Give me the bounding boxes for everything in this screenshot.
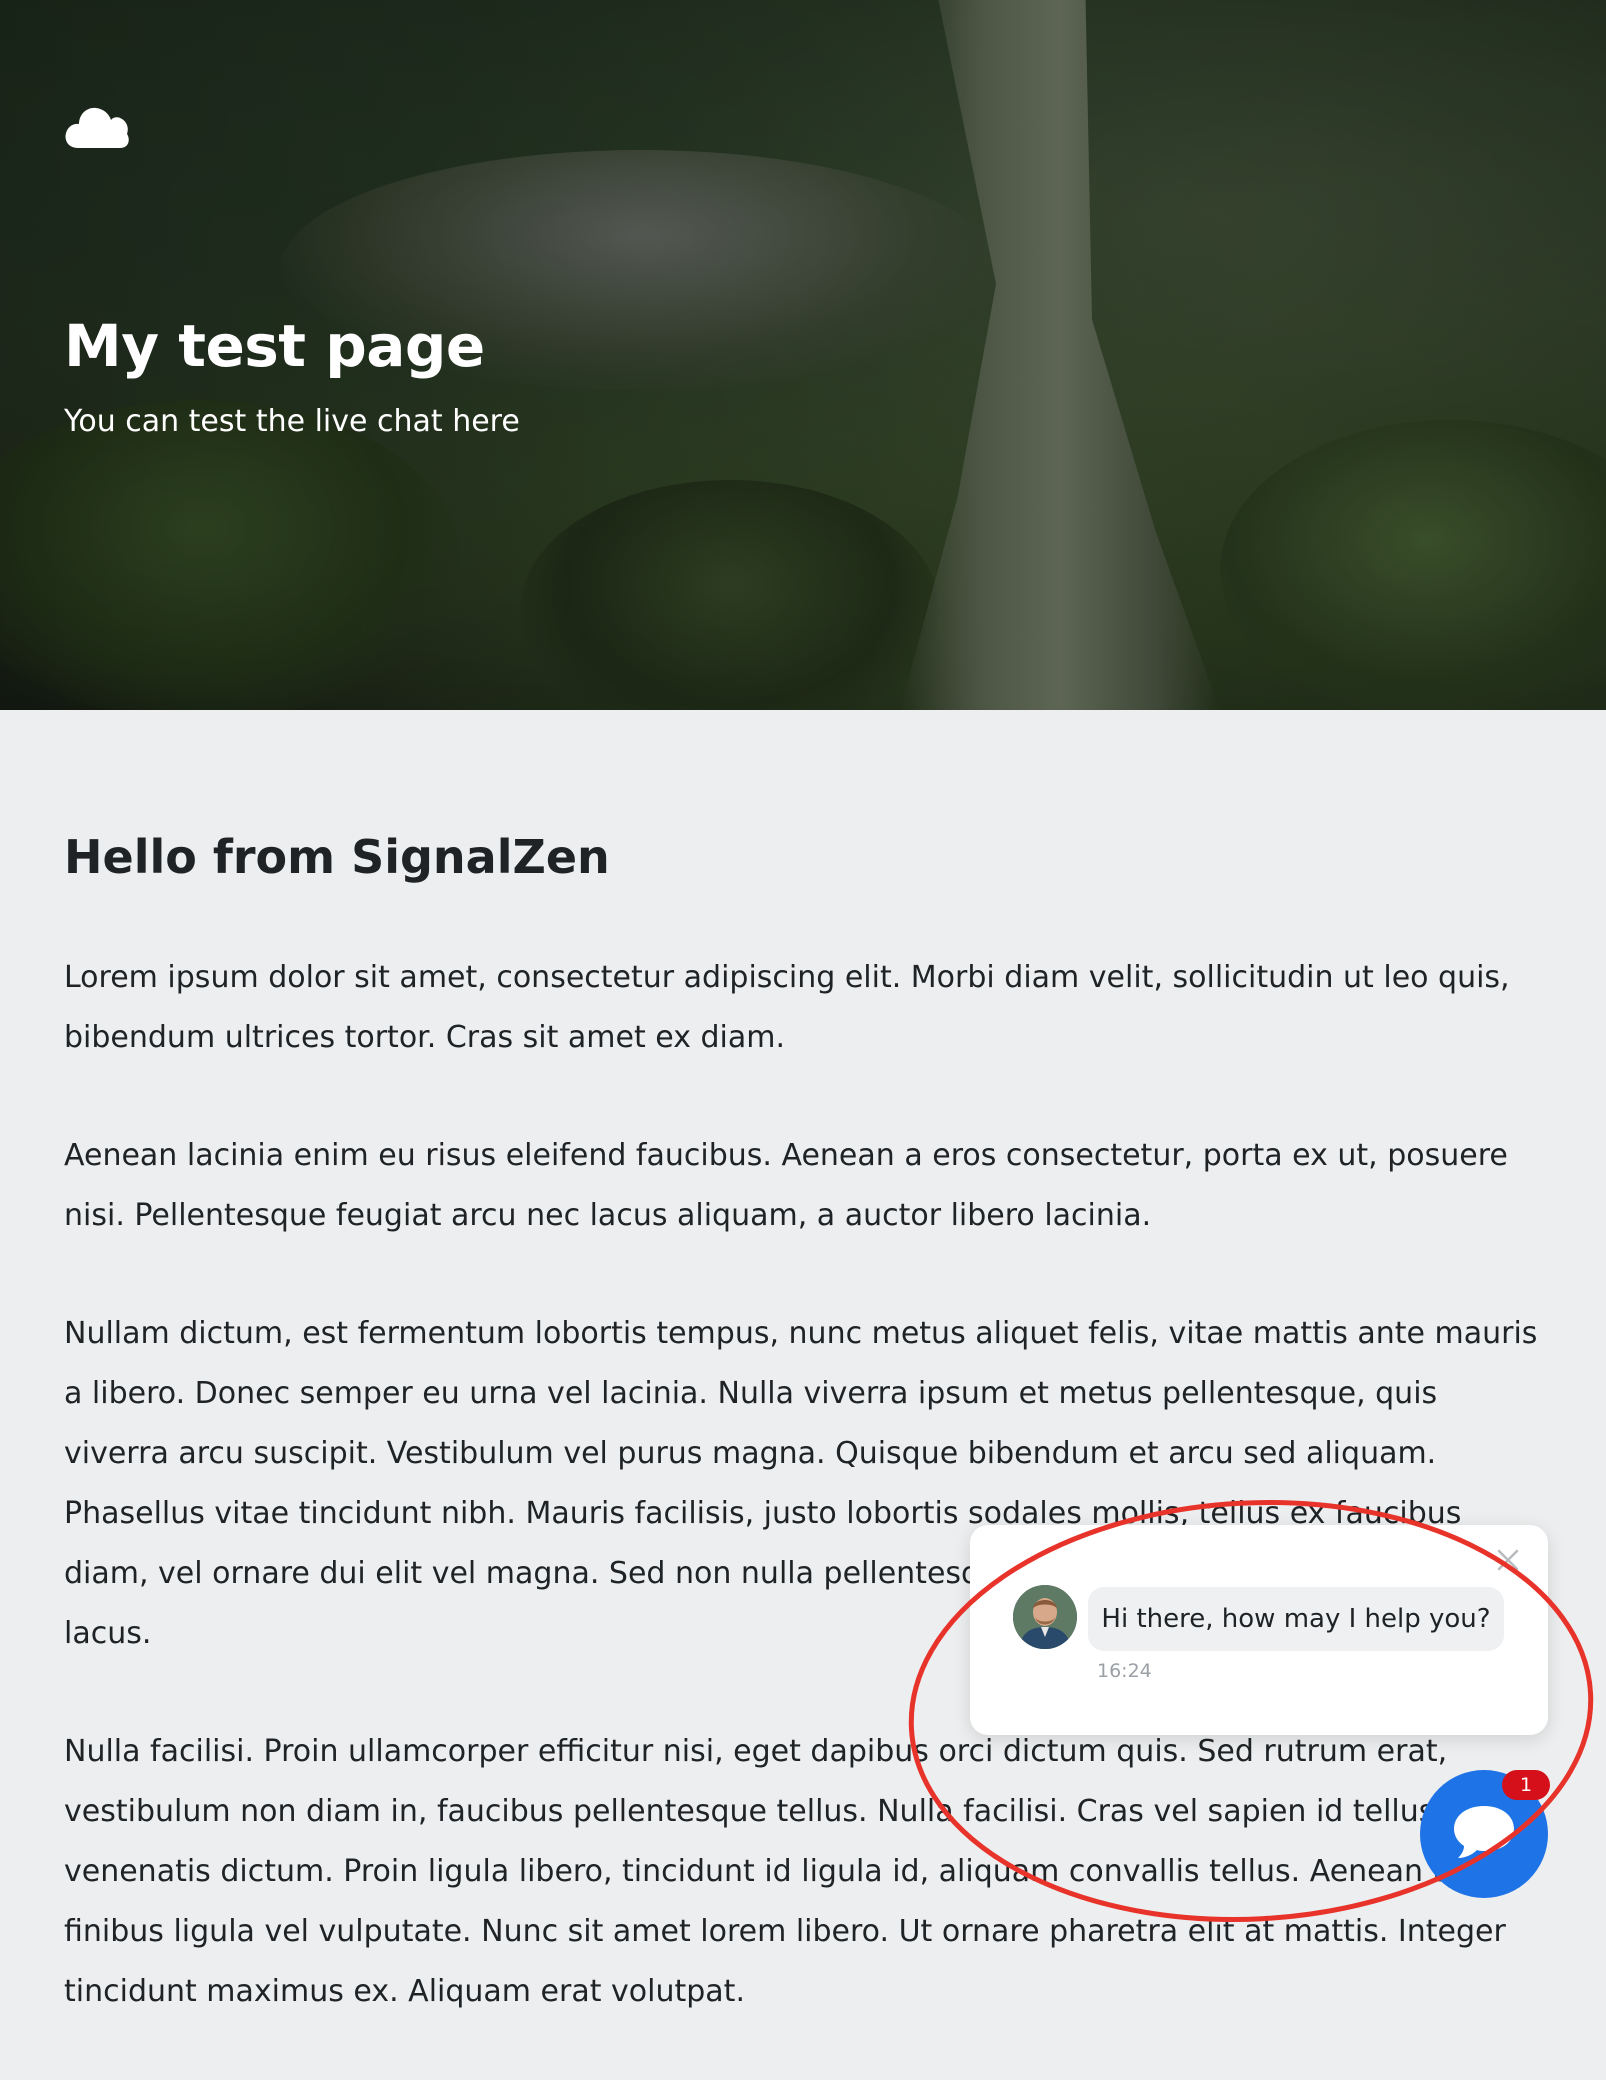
close-icon[interactable] [1488, 1540, 1528, 1580]
message-timestamp: 16:24 [1097, 1660, 1152, 1682]
paragraph: Lorem ipsum dolor sit amet, consectetur … [64, 960, 1510, 1055]
chat-message-text: Hi there, how may I help you? [1101, 1604, 1491, 1634]
page-title: My test page [64, 312, 485, 380]
content-heading: Hello from SignalZen [64, 830, 610, 884]
paragraph: Nulla facilisi. Proin ullamcorper effici… [64, 1734, 1506, 2009]
paragraph: Aenean lacinia enim eu risus eleifend fa… [64, 1138, 1508, 1233]
page-subtitle: You can test the live chat here [64, 404, 520, 439]
hero-banner: My test page You can test the live chat … [0, 0, 1606, 710]
chat-message-bubble: Hi there, how may I help you? [1088, 1587, 1504, 1651]
unread-badge: 1 [1502, 1770, 1550, 1800]
cloud-icon[interactable] [64, 100, 130, 150]
agent-avatar [1013, 1585, 1077, 1649]
chat-bubble-icon [1452, 1802, 1516, 1866]
main-content: Hello from SignalZen Lorem ipsum dolor s… [64, 830, 1544, 2080]
